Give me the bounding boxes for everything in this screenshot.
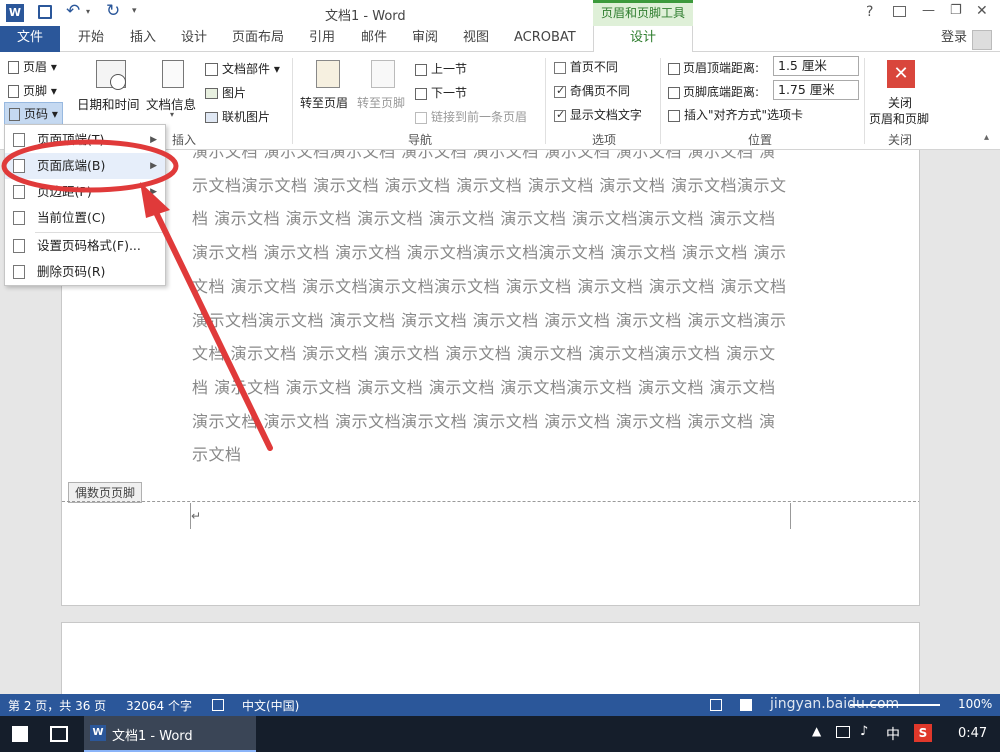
proofing-icon[interactable] <box>212 699 224 711</box>
taskbar-word-app[interactable]: W 文档1 - Word <box>84 716 256 752</box>
baidu-watermark-url: jingyan.baidu.com <box>770 696 900 712</box>
taskbar: W 文档1 - Word ▲ ♪ 中 S 0:47 <box>0 716 1000 752</box>
annotation-overlay <box>1 139 273 451</box>
ime-indicator[interactable]: 中 <box>886 724 900 744</box>
arrow-head-icon <box>140 182 170 218</box>
print-layout-icon[interactable] <box>740 699 752 711</box>
network-icon[interactable] <box>836 726 850 738</box>
zoom-level[interactable]: 100% <box>958 697 992 711</box>
page-count[interactable]: 第 2 页，共 36 页 <box>8 697 106 714</box>
task-view-icon[interactable] <box>50 726 68 742</box>
read-mode-icon[interactable] <box>710 699 722 711</box>
word-count[interactable]: 32064 个字 <box>126 697 192 714</box>
annotation-arrow <box>147 197 273 451</box>
highlight-ellipse <box>1 139 179 193</box>
volume-icon[interactable]: ♪ <box>860 724 868 739</box>
word-app-icon: W <box>90 725 106 741</box>
baidu-watermark: Baidu 经验 <box>770 668 915 698</box>
tray-up-icon[interactable]: ▲ <box>812 724 821 738</box>
windows-start-icon[interactable] <box>12 726 28 742</box>
taskbar-word-label: 文档1 - Word <box>112 729 193 744</box>
language[interactable]: 中文(中国) <box>242 697 299 714</box>
sogou-icon[interactable]: S <box>914 724 932 742</box>
clock[interactable]: 0:47 <box>958 726 987 741</box>
